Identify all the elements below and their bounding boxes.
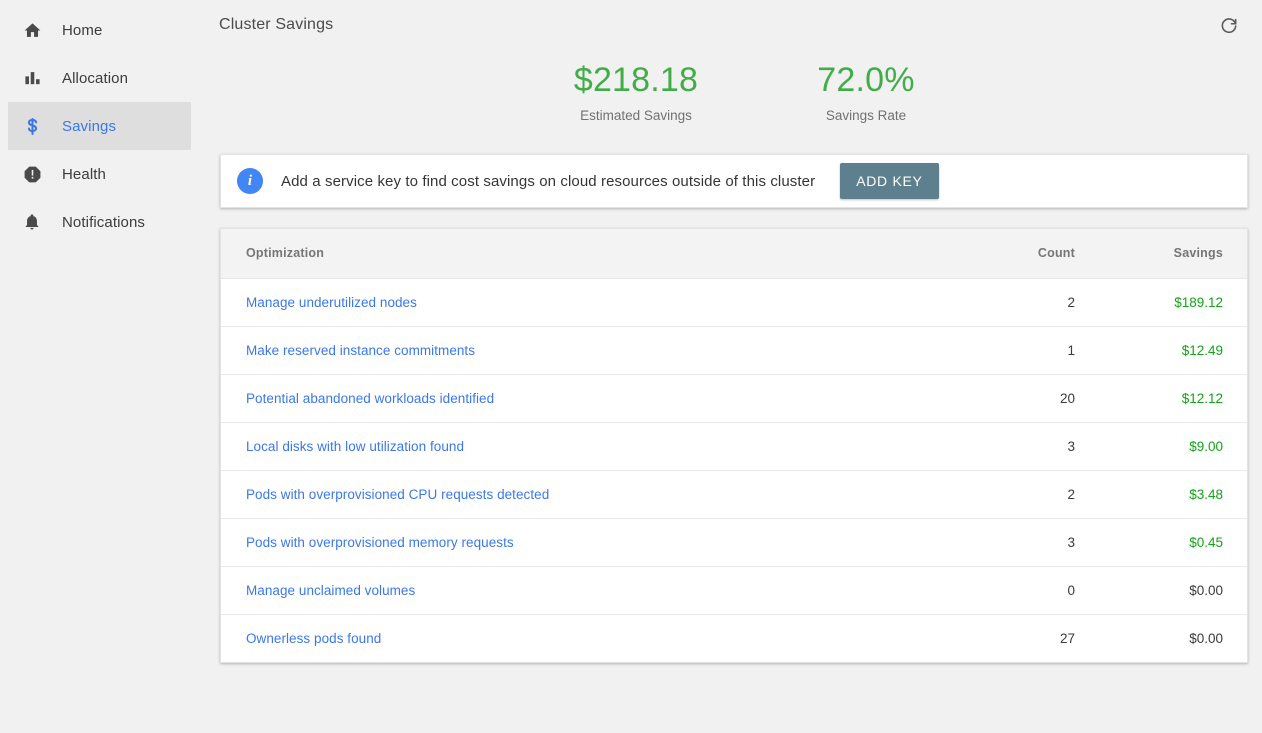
cell-optimization: Local disks with low utilization found xyxy=(221,422,957,471)
sidebar-item-label: Home xyxy=(62,21,103,39)
sidebar-item-health[interactable]: Health xyxy=(8,150,191,198)
bell-icon xyxy=(19,213,45,231)
metric-value: $218.18 xyxy=(573,61,699,99)
cell-count: 2 xyxy=(957,278,1097,327)
sidebar-item-label: Allocation xyxy=(62,69,129,87)
table-header: Optimization Count Savings xyxy=(221,229,1247,279)
cell-count: 20 xyxy=(957,374,1097,423)
column-header-count[interactable]: Count xyxy=(957,229,1097,279)
metric-label: Savings Rate xyxy=(825,108,907,123)
optimizations-table: Optimization Count Savings Manage underu… xyxy=(221,229,1247,662)
optimization-link[interactable]: Ownerless pods found xyxy=(246,631,381,646)
metric-estimated-savings: $218.18 Estimated Savings xyxy=(521,58,751,123)
refresh-icon[interactable] xyxy=(1218,14,1240,36)
main-content: Cluster Savings $218.18 Estimated Saving… xyxy=(200,0,1262,733)
optimization-link[interactable]: Pods with overprovisioned CPU requests d… xyxy=(246,487,549,502)
sidebar-item-label: Health xyxy=(62,165,106,183)
cell-optimization: Pods with overprovisioned CPU requests d… xyxy=(221,470,957,519)
metric-label: Estimated Savings xyxy=(580,108,692,123)
info-icon: i xyxy=(237,168,263,194)
metrics-summary: $218.18 Estimated Savings 72.0% Savings … xyxy=(200,58,1262,123)
table-row: Potential abandoned workloads identified… xyxy=(221,374,1247,423)
optimization-link[interactable]: Manage underutilized nodes xyxy=(246,295,417,310)
cell-savings: $12.49 xyxy=(1097,326,1247,375)
cell-count: 27 xyxy=(957,614,1097,662)
cell-optimization: Ownerless pods found xyxy=(221,614,957,662)
cell-optimization: Manage unclaimed volumes xyxy=(221,566,957,615)
dollar-sign-icon xyxy=(19,117,45,136)
table-header-row: Optimization Count Savings xyxy=(221,229,1247,279)
table-row: Manage unclaimed volumes 0 $0.00 xyxy=(221,566,1247,615)
sidebar-item-savings[interactable]: Savings xyxy=(8,102,191,150)
service-key-banner: i Add a service key to find cost savings… xyxy=(220,154,1248,208)
metric-savings-rate: 72.0% Savings Rate xyxy=(751,58,981,123)
cell-savings: $3.48 xyxy=(1097,470,1247,519)
app-root: Home Allocation Savings Health Notificat… xyxy=(0,0,1262,733)
cell-count: 3 xyxy=(957,422,1097,471)
cell-count: 2 xyxy=(957,470,1097,519)
column-header-savings[interactable]: Savings xyxy=(1097,229,1247,279)
optimization-link[interactable]: Make reserved instance commitments xyxy=(246,343,475,358)
alert-octagon-icon xyxy=(19,165,45,184)
optimization-link[interactable]: Potential abandoned workloads identified xyxy=(246,391,494,406)
table-row: Local disks with low utilization found 3 $… xyxy=(221,422,1247,471)
sidebar-item-notifications[interactable]: Notifications xyxy=(8,198,191,246)
table-body: Manage underutilized nodes 2 $189.12 Make r… xyxy=(221,278,1247,662)
cell-count: 3 xyxy=(957,518,1097,567)
cell-optimization: Potential abandoned workloads identified xyxy=(221,374,957,423)
optimization-link[interactable]: Local disks with low utilization found xyxy=(246,439,464,454)
home-icon xyxy=(19,21,45,40)
cell-optimization: Make reserved instance commitments xyxy=(221,326,957,375)
cell-optimization: Pods with overprovisioned memory request… xyxy=(221,518,957,567)
sidebar-item-label: Notifications xyxy=(62,213,146,231)
page-title: Cluster Savings xyxy=(219,16,334,33)
sidebar-item-label: Savings xyxy=(62,117,117,135)
cell-savings: $0.00 xyxy=(1097,614,1247,662)
optimizations-table-card: Optimization Count Savings Manage underu… xyxy=(220,228,1248,663)
banner-message: Add a service key to find cost savings o… xyxy=(281,172,816,190)
bar-chart-icon xyxy=(19,70,45,87)
sidebar-item-home[interactable]: Home xyxy=(8,6,191,54)
top-bar: Cluster Savings xyxy=(200,0,1262,52)
metric-value: 72.0% xyxy=(817,61,915,99)
sidebar: Home Allocation Savings Health Notificat… xyxy=(0,0,200,733)
optimization-link[interactable]: Manage unclaimed volumes xyxy=(246,583,415,598)
optimization-link[interactable]: Pods with overprovisioned memory request… xyxy=(246,535,514,550)
table-row: Pods with overprovisioned CPU requests d… xyxy=(221,470,1247,519)
cell-count: 0 xyxy=(957,566,1097,615)
sidebar-item-allocation[interactable]: Allocation xyxy=(8,54,191,102)
table-row: Manage underutilized nodes 2 $189.12 xyxy=(221,278,1247,327)
cell-savings: $189.12 xyxy=(1097,278,1247,327)
cell-savings: $0.00 xyxy=(1097,566,1247,615)
column-header-optimization[interactable]: Optimization xyxy=(221,229,957,279)
cell-optimization: Manage underutilized nodes xyxy=(221,278,957,327)
cell-savings: $0.45 xyxy=(1097,518,1247,567)
table-row: Make reserved instance commitments 1 $12.4… xyxy=(221,326,1247,375)
add-key-button[interactable]: ADD KEY xyxy=(840,163,939,199)
table-row: Ownerless pods found 27 $0.00 xyxy=(221,614,1247,662)
cell-savings: $9.00 xyxy=(1097,422,1247,471)
table-row: Pods with overprovisioned memory request… xyxy=(221,518,1247,567)
cell-savings: $12.12 xyxy=(1097,374,1247,423)
cell-count: 1 xyxy=(957,326,1097,375)
